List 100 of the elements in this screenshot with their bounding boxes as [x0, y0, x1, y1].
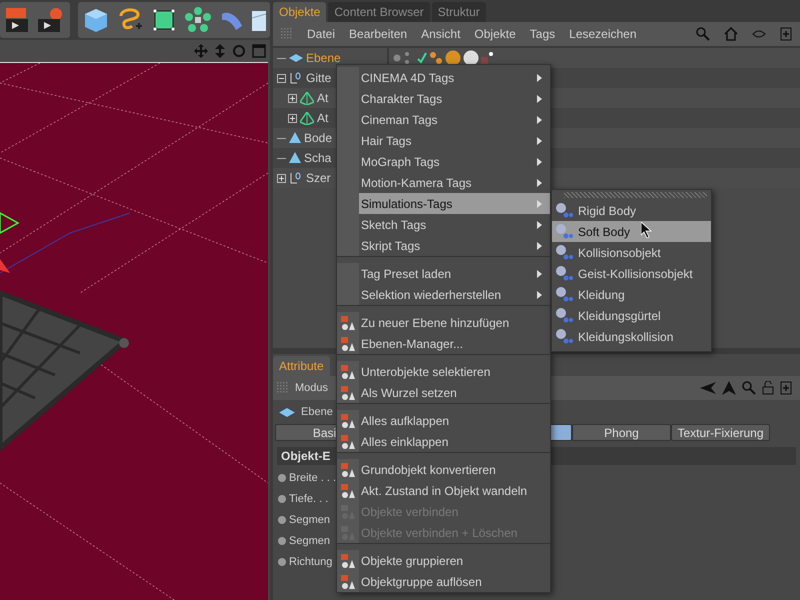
- command-icon: [340, 314, 356, 330]
- menu-item[interactable]: Cineman Tags: [337, 109, 550, 130]
- object-name[interactable]: Bode: [304, 131, 332, 145]
- plane-icon: [289, 54, 303, 62]
- panel-tab[interactable]: Content Browser: [328, 2, 430, 22]
- animation-dot-icon[interactable]: [278, 474, 286, 482]
- object-name[interactable]: At: [317, 91, 328, 105]
- back-arrow-icon[interactable]: [700, 382, 716, 394]
- menu-item[interactable]: Modus: [295, 382, 328, 394]
- object-name[interactable]: Scha: [304, 151, 332, 165]
- menu-item[interactable]: CINEMA 4D Tags: [337, 67, 550, 88]
- command-icon: [340, 434, 356, 450]
- submenu-arrow-icon: [537, 94, 542, 102]
- menu-item[interactable]: Simulations-Tags: [337, 193, 550, 214]
- menu-item[interactable]: Kleidung: [552, 284, 711, 305]
- object-name[interactable]: Gitte: [306, 71, 332, 85]
- move-icon[interactable]: [194, 44, 208, 58]
- submenu-arrow-icon: [537, 290, 542, 298]
- new-window-icon[interactable]: [780, 27, 792, 41]
- dots-tag-icon[interactable]: [429, 51, 443, 65]
- null-object-icon: [289, 171, 303, 185]
- menu-item[interactable]: Objekte: [474, 27, 516, 41]
- submenu-arrow-icon: [537, 74, 542, 82]
- simulation-tag-icon: [555, 202, 573, 220]
- command-icon: [340, 364, 356, 380]
- menu-item[interactable]: Motion-Kamera Tags: [337, 172, 550, 193]
- eye-icon[interactable]: [752, 30, 766, 38]
- parameter-label: Breite . . .: [289, 472, 336, 484]
- menu-item[interactable]: Zu neuer Ebene hinzufügen: [337, 312, 550, 333]
- menu-item[interactable]: MoGraph Tags: [337, 151, 550, 172]
- cone-icon: [289, 132, 301, 144]
- animation-dot-icon[interactable]: [278, 558, 286, 566]
- command-icon: [340, 336, 356, 352]
- menu-item[interactable]: Geist-Kollisionsobjekt: [552, 263, 711, 284]
- expand-toggle[interactable]: [288, 94, 297, 102]
- menu-item[interactable]: Charakter Tags: [337, 88, 550, 109]
- menu-item[interactable]: Rigid Body: [552, 200, 711, 221]
- menu-item[interactable]: Bearbeiten: [349, 27, 408, 41]
- new-window-icon[interactable]: [780, 381, 792, 395]
- menu-item[interactable]: Skript Tags: [337, 235, 550, 256]
- menu-item[interactable]: Objektgruppe auflösen: [337, 571, 550, 592]
- menu-item[interactable]: Alles einklappen: [337, 431, 550, 452]
- sphere-icon[interactable]: [463, 50, 479, 66]
- menu-item[interactable]: Soft Body: [552, 221, 711, 242]
- menu-item[interactable]: Hair Tags: [337, 130, 550, 151]
- menu-item[interactable]: Sketch Tags: [337, 214, 550, 235]
- menu-item[interactable]: Akt. Zustand in Objekt wandeln: [337, 480, 550, 501]
- simulation-tag-icon: [555, 328, 573, 346]
- menu-item[interactable]: Selektion wiederherstellen: [337, 284, 550, 305]
- expand-toggle[interactable]: [277, 74, 286, 82]
- object-name[interactable]: Ebene: [306, 51, 341, 65]
- menu-item[interactable]: Tag Preset laden: [337, 263, 550, 284]
- expand-toggle[interactable]: [277, 174, 286, 182]
- menu-item[interactable]: Ebenen-Manager...: [337, 333, 550, 354]
- clapboard-icon[interactable]: [4, 6, 30, 34]
- cone-icon: [289, 152, 301, 164]
- animation-dot-icon[interactable]: [278, 516, 286, 524]
- command-icon: [340, 552, 356, 568]
- cloner-icon[interactable]: [184, 6, 212, 34]
- checkmark-icon[interactable]: [417, 52, 427, 64]
- object-name[interactable]: Szer: [306, 171, 331, 185]
- simulation-tag-icon: [555, 264, 573, 282]
- home-icon[interactable]: [724, 27, 738, 41]
- material-sphere-icon[interactable]: [445, 50, 461, 66]
- command-icon: [340, 574, 356, 590]
- attribute-tab-button[interactable]: Textur-Fixierung: [671, 424, 770, 441]
- texture-tag-icon[interactable]: [481, 52, 493, 64]
- up-arrow-icon[interactable]: [722, 381, 736, 395]
- lock-icon[interactable]: [762, 381, 774, 395]
- menu-item[interactable]: Datei: [307, 27, 336, 41]
- simulation-tag-icon: [555, 244, 573, 262]
- menu-item[interactable]: Tags: [530, 27, 556, 41]
- grip-icon: [281, 28, 293, 40]
- vertical-arrows-icon[interactable]: [214, 44, 226, 58]
- panel-tab[interactable]: Objekte: [273, 2, 326, 22]
- parameter-label: Segmen: [289, 514, 330, 526]
- animation-dot-icon[interactable]: [278, 536, 286, 544]
- menu-item[interactable]: Unterobjekte selektieren: [337, 361, 550, 382]
- cursor-icon: [641, 222, 652, 238]
- panel-tab[interactable]: Struktur: [432, 2, 486, 22]
- search-icon[interactable]: [696, 27, 710, 41]
- submenu-arrow-icon: [537, 158, 542, 166]
- menu-item[interactable]: Kleidungsgürtel: [552, 305, 711, 326]
- expand-toggle[interactable]: [288, 114, 297, 122]
- menu-item[interactable]: Kleidungskollision: [552, 326, 711, 347]
- object-label: Ebene: [301, 406, 333, 418]
- menu-item[interactable]: Kollisionsobjekt: [552, 242, 711, 263]
- menu-item[interactable]: Objekte gruppieren: [337, 550, 550, 571]
- rotate-icon[interactable]: [232, 44, 246, 58]
- menu-item[interactable]: Lesezeichen: [569, 27, 637, 41]
- plane-icon: [279, 408, 295, 416]
- menu-item[interactable]: Als Wurzel setzen: [337, 382, 550, 403]
- window-icon[interactable]: [252, 44, 266, 58]
- panel-tab[interactable]: Attribute: [273, 356, 330, 376]
- animation-dot-icon[interactable]: [278, 494, 286, 502]
- attribute-tab-button[interactable]: Phong: [572, 424, 671, 441]
- submenu-arrow-icon: [537, 116, 542, 124]
- search-icon[interactable]: [742, 381, 756, 395]
- object-name[interactable]: At: [317, 111, 328, 125]
- menu-item[interactable]: Ansicht: [421, 27, 460, 41]
